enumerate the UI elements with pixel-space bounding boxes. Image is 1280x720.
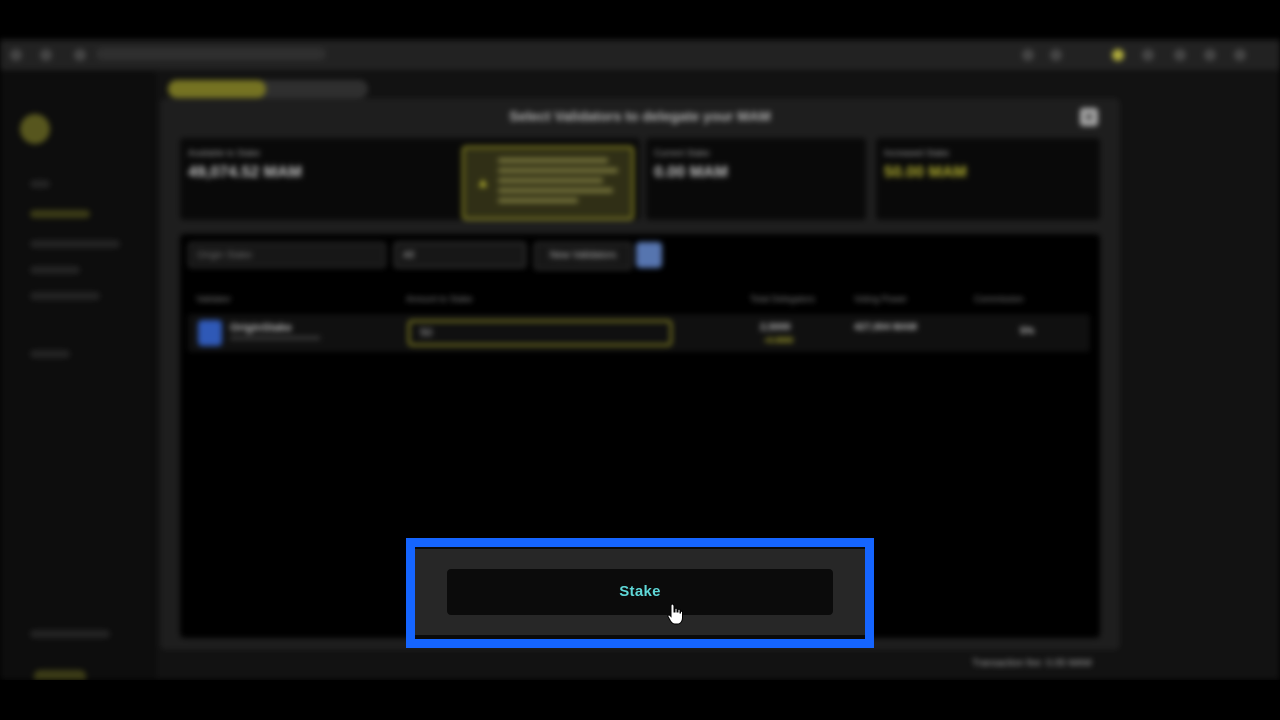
hand-cursor-icon bbox=[667, 603, 683, 625]
letterbox-bottom bbox=[0, 680, 1280, 720]
stake-button[interactable]: Stake bbox=[447, 569, 833, 615]
stake-highlight-frame: Stake bbox=[406, 538, 874, 648]
highlight-divider-top bbox=[415, 547, 865, 549]
highlight-divider-bottom bbox=[415, 635, 865, 639]
letterbox-top bbox=[0, 0, 1280, 40]
